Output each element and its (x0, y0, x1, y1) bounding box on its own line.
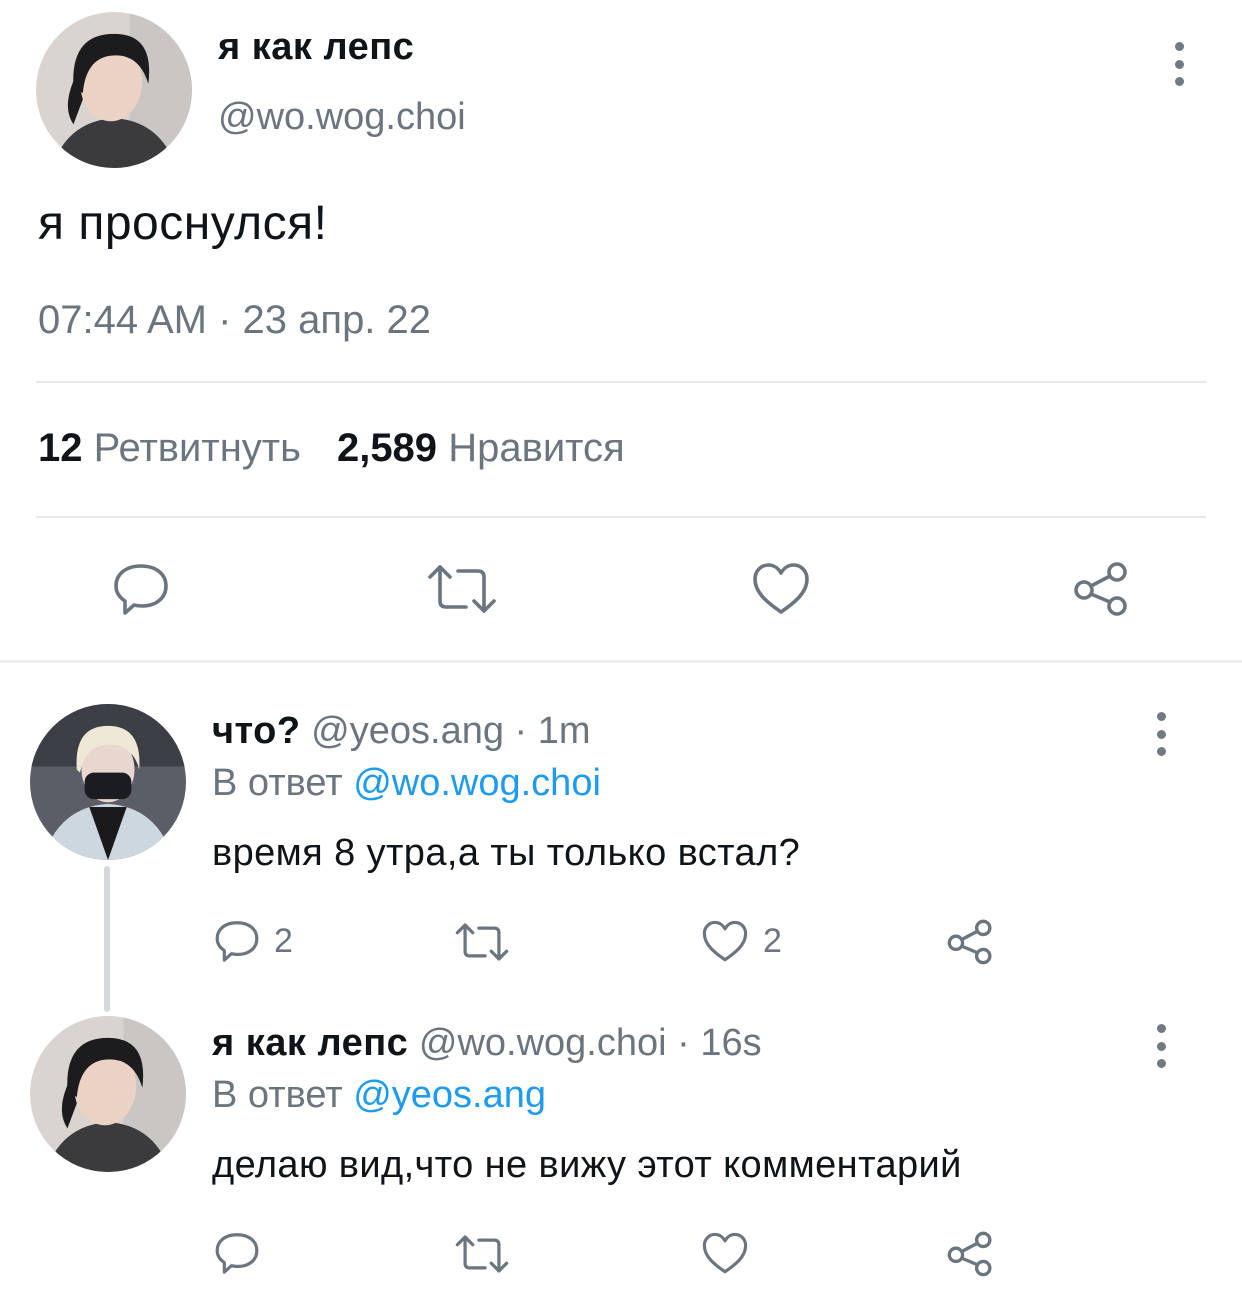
reply-meta: @yeos.ang · 1m (300, 710, 591, 752)
speech-bubble-icon (114, 564, 168, 615)
retweets-count: 12 (38, 426, 83, 470)
tweet-stats: 12 Ретвитнуть 2,589 Нравится (38, 426, 625, 471)
heart-icon (702, 1232, 748, 1274)
author-avatar[interactable] (36, 12, 192, 168)
tweet-text: я проснулся! (38, 197, 328, 250)
heart-icon (702, 920, 748, 962)
reply-count: 2 (274, 922, 293, 960)
likes-count: 2,589 (336, 426, 438, 470)
replying-to-label: В ответ (212, 762, 354, 804)
reply-text: делаю вид,что не вижу этот комментарий (212, 1144, 962, 1186)
reply-avatar[interactable] (30, 704, 186, 860)
likes-stat[interactable]: 2,589 Нравится (337, 426, 625, 470)
likes-label: Нравится (448, 426, 625, 470)
section-divider (0, 660, 1242, 663)
divider (36, 516, 1206, 518)
speech-bubble-icon (215, 921, 259, 962)
reply-avatar[interactable] (30, 1016, 186, 1172)
share-button[interactable] (946, 918, 994, 966)
retweet-button[interactable] (454, 922, 510, 962)
reply-button[interactable] (112, 560, 170, 618)
tweet-timestamp: 07:44 AM · 23 апр. 22 (38, 298, 432, 342)
replying-to-label: В ответ (212, 1074, 354, 1116)
share-icon (1074, 562, 1127, 616)
retweet-button[interactable] (426, 563, 498, 615)
tweet-thread-screen: я как лепс @wo.wog.choi я проснулся! 07:… (0, 0, 1242, 1292)
share-icon (947, 919, 992, 965)
like-count: 2 (763, 922, 782, 960)
like-button[interactable] (752, 562, 810, 616)
thread-line (104, 866, 110, 1012)
heart-icon (753, 563, 809, 614)
reply-button[interactable] (214, 1230, 260, 1276)
reply-header: я как лепс @wo.wog.choi · 16s (212, 1022, 762, 1065)
mention-link[interactable]: @yeos.ang (353, 1074, 546, 1116)
reply-author-name[interactable]: я как лепс (212, 1022, 408, 1064)
retweets-label: Ретвитнуть (93, 426, 301, 470)
reply-author-name[interactable]: что? (212, 710, 301, 752)
reply-button[interactable] (214, 918, 260, 964)
share-button[interactable] (1072, 560, 1130, 618)
share-button[interactable] (946, 1230, 994, 1278)
replying-to: В ответ @yeos.ang (212, 1074, 546, 1117)
like-button[interactable] (702, 920, 748, 963)
like-button[interactable] (702, 1232, 748, 1275)
retweet-icon (455, 923, 509, 961)
reply-text: время 8 утра,а ты только встал? (212, 832, 801, 874)
reply-header: что? @yeos.ang · 1m (212, 710, 591, 753)
mention-link[interactable]: @wo.wog.choi (353, 762, 601, 804)
speech-bubble-icon (215, 1233, 259, 1274)
retweets-stat[interactable]: 12 Ретвитнуть (38, 426, 301, 470)
divider (36, 381, 1206, 383)
share-icon (947, 1231, 992, 1277)
author-handle[interactable]: @wo.wog.choi (218, 96, 466, 139)
retweet-button[interactable] (454, 1234, 510, 1274)
retweet-icon (428, 565, 496, 613)
more-options-icon[interactable] (1169, 42, 1189, 86)
reply-meta: @wo.wog.choi · 16s (408, 1022, 762, 1064)
more-options-icon[interactable] (1151, 712, 1171, 756)
more-options-icon[interactable] (1151, 1024, 1171, 1068)
author-name[interactable]: я как лепс (218, 26, 414, 69)
retweet-icon (455, 1235, 509, 1273)
replying-to: В ответ @wo.wog.choi (212, 762, 601, 805)
